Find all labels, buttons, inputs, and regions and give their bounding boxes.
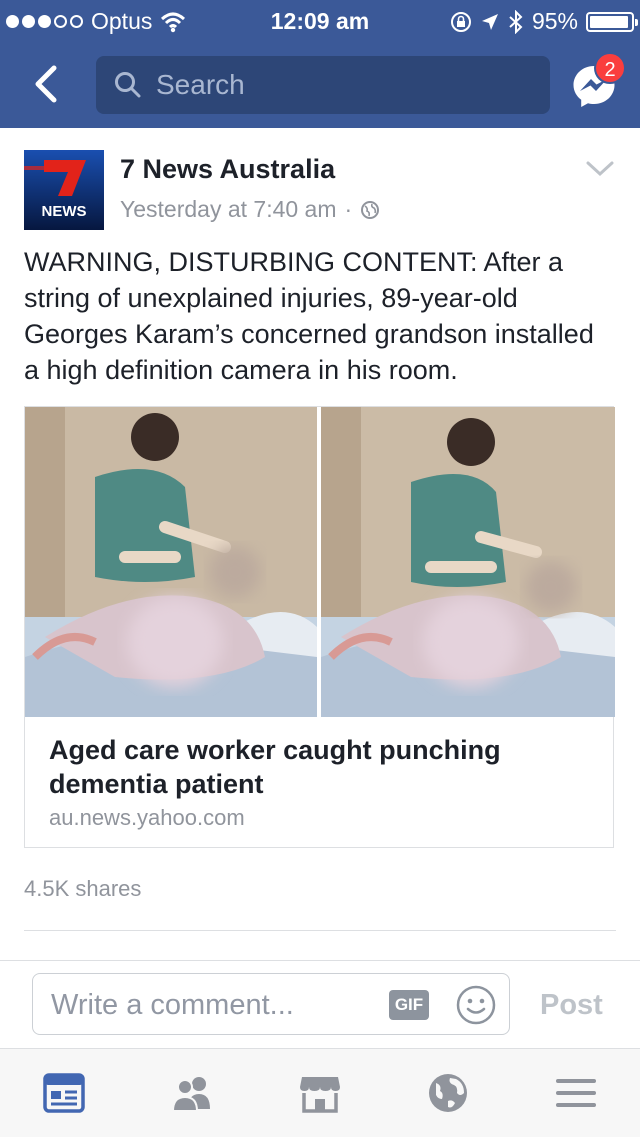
notifications-globe-icon[interactable] (424, 1069, 472, 1117)
battery-level (590, 15, 628, 28)
back-chevron-icon[interactable] (22, 58, 74, 110)
bluetooth-icon (509, 9, 523, 34)
friends-icon[interactable] (168, 1069, 216, 1117)
post-meta: Yesterday at 7:40 am · (120, 196, 380, 223)
post-header: NEWS 7 News Australia Yesterday at 7:40 … (24, 150, 616, 230)
seven-news-logo: NEWS (24, 150, 104, 230)
post-timestamp[interactable]: Yesterday at 7:40 am (120, 196, 337, 223)
comment-box[interactable]: GIF (32, 973, 510, 1035)
globe-icon (361, 200, 380, 219)
search-icon (115, 72, 141, 98)
shares-count[interactable]: 4.5K shares (24, 876, 141, 902)
orientation-lock-icon (450, 11, 471, 32)
meta-separator: · (344, 196, 353, 222)
messages-badge: 2 (594, 52, 626, 84)
search-input[interactable] (154, 68, 538, 102)
status-bar: Optus 12:09 am 95% (0, 0, 640, 40)
chevron-down-icon[interactable] (584, 158, 616, 180)
menu-icon[interactable] (552, 1069, 600, 1117)
link-title[interactable]: Aged care worker caught punching dementi… (49, 733, 589, 801)
battery-percent: 95% (531, 8, 578, 34)
post-comment-button[interactable]: Post (540, 989, 603, 1022)
bottom-tab-bar (0, 1048, 640, 1137)
frame-right (321, 407, 615, 717)
news-feed-icon[interactable] (40, 1069, 88, 1117)
divider (24, 930, 616, 931)
frame-left (25, 407, 317, 717)
status-right: 95% (450, 8, 638, 35)
emoji-icon[interactable] (455, 984, 497, 1026)
svg-text:NEWS: NEWS (42, 203, 87, 220)
link-domain: au.news.yahoo.com (49, 805, 245, 830)
page-avatar[interactable]: NEWS (24, 150, 104, 230)
battery-icon (586, 11, 638, 32)
link-preview-image[interactable] (25, 407, 615, 717)
marketplace-icon[interactable] (296, 1069, 344, 1117)
link-preview-card[interactable]: Aged care worker caught punching dementi… (24, 406, 615, 848)
location-arrow-icon (481, 13, 498, 30)
page-name[interactable]: 7 News Australia (120, 154, 335, 185)
comment-input[interactable] (49, 984, 373, 1026)
search-bar[interactable] (96, 56, 550, 114)
comment-composer: GIF Post (0, 960, 640, 1049)
post-text: WARNING, DISTURBING CONTENT: After a str… (24, 247, 594, 385)
video-still-frames (25, 407, 615, 717)
top-nav-bar: 2 (0, 40, 640, 128)
gif-button[interactable]: GIF (389, 990, 429, 1020)
